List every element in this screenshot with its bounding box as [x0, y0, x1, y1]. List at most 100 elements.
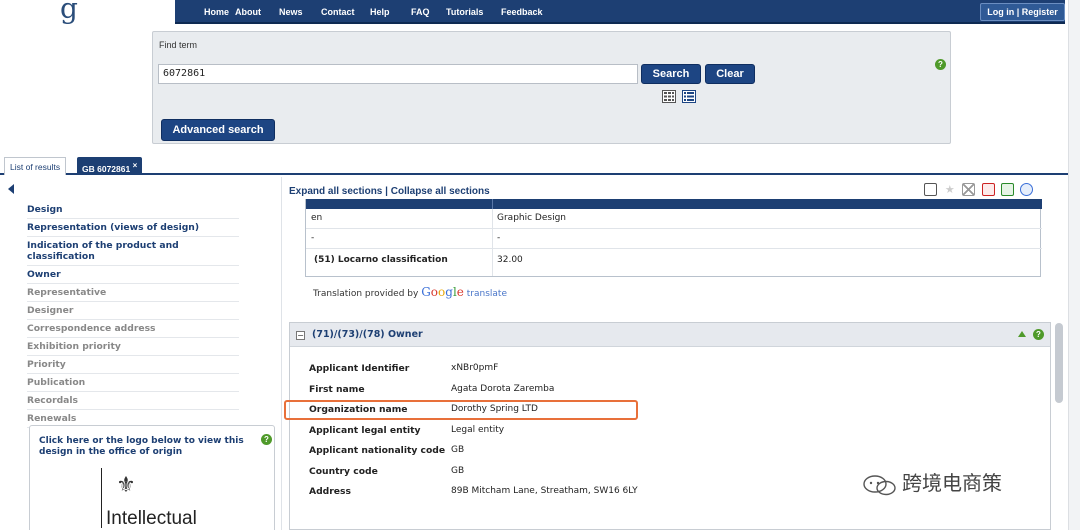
product-cell: Graphic Design — [497, 213, 566, 223]
collapse-sidebar-icon[interactable] — [8, 184, 14, 194]
sidebar-item-owner[interactable]: Owner — [27, 266, 239, 284]
owner-row: Applicant legal entity Legal entity — [309, 421, 1009, 442]
owner-section-header[interactable]: − (71)/(73)/(78) Owner ? — [290, 323, 1050, 347]
favorite-star-icon[interactable]: ★ — [943, 183, 956, 196]
owner-field-label: Address — [309, 486, 351, 497]
owner-field-value: GB — [451, 445, 465, 455]
owner-field-value: Agata Dorota Zaremba — [451, 383, 555, 394]
translation-credit: Translation provided by Google translate — [313, 285, 507, 299]
tab-design-detail[interactable]: GB 6072861 × — [77, 157, 143, 175]
office-of-origin-box[interactable]: Click here or the logo below to view thi… — [29, 425, 275, 530]
nav-faq[interactable]: FAQ — [411, 7, 430, 17]
ipo-logo-text[interactable]: Intellectual — [106, 508, 197, 530]
search-panel: Find term 6072861 Search Clear ? Advance… — [152, 31, 951, 144]
nav-help[interactable]: Help — [370, 7, 390, 17]
nav-tutorials[interactable]: Tutorials — [446, 7, 483, 17]
content-scrollbar[interactable] — [1055, 323, 1063, 403]
search-button[interactable]: Search — [641, 64, 701, 84]
email-icon[interactable] — [962, 183, 976, 196]
owner-field-value: xNBr0pmF — [451, 363, 499, 373]
owner-field-value: Legal entity — [451, 424, 505, 435]
login-register-button[interactable]: Log in | Register — [980, 3, 1065, 21]
sidebar-item-recordals[interactable]: Recordals — [27, 392, 239, 410]
list-view-icon[interactable] — [682, 90, 696, 103]
owner-field-label: Country code — [309, 465, 378, 477]
top-bar: g Home About News Contact Help FAQ Tutor… — [0, 0, 1080, 26]
expand-all-link[interactable]: Expand all sections — [289, 186, 382, 197]
office-of-origin-link[interactable]: Click here or the logo below to view thi… — [39, 436, 249, 458]
owner-field-label: Organization name — [309, 404, 408, 415]
sidebar-item-representation[interactable]: Representation (views of design) — [27, 219, 239, 237]
owner-help-icon[interactable]: ? — [1033, 329, 1044, 340]
owner-row-organization: Organization name Dorothy Spring LTD — [284, 400, 1009, 421]
nav-news[interactable]: News — [279, 7, 303, 17]
table-row: en Graphic Design — [306, 209, 1042, 229]
sidebar-item-correspondence[interactable]: Correspondence address — [27, 320, 239, 338]
page-scroll-track[interactable] — [1068, 0, 1080, 530]
logo-divider — [101, 468, 102, 528]
scroll-top-icon[interactable] — [1018, 331, 1026, 337]
owner-row: First name Agata Dorota Zaremba — [309, 380, 1009, 401]
locarno-label: (51) Locarno classification — [314, 255, 448, 265]
grid-view-icon[interactable] — [662, 90, 676, 103]
collapse-all-link[interactable]: Collapse all sections — [391, 186, 490, 197]
wechat-icon — [863, 474, 896, 495]
tab-list-of-results[interactable]: List of results — [4, 157, 67, 175]
section-controls: Expand all sections | Collapse all secti… — [289, 186, 490, 197]
sidebar-item-exhibition-priority[interactable]: Exhibition priority — [27, 338, 239, 356]
results-tabs: List of results GB 6072861 × — [0, 155, 1080, 175]
collapse-section-icon[interactable]: − — [296, 331, 305, 340]
translation-prefix: Translation provided by — [313, 289, 419, 299]
sidebar-item-design[interactable]: Design — [27, 201, 239, 219]
site-logo[interactable]: g — [60, 0, 78, 25]
owner-section-title: (71)/(73)/(78) Owner — [312, 329, 423, 340]
sidebar-item-priority[interactable]: Priority — [27, 356, 239, 374]
origin-help-icon[interactable]: ? — [261, 434, 272, 445]
sidebar-item-designer[interactable]: Designer — [27, 302, 239, 320]
export-toolbar: ★ — [921, 183, 1033, 199]
section-sidebar: Design Representation (views of design) … — [0, 177, 282, 530]
locarno-value: 32.00 — [497, 255, 523, 265]
nav-contact[interactable]: Contact — [321, 7, 355, 17]
watermark-text: 跨境电商策 — [902, 471, 1002, 495]
find-term-label: Find term — [159, 40, 198, 50]
owner-field-label: First name — [309, 383, 365, 395]
royal-crest-icon[interactable]: ⚜ — [108, 472, 144, 500]
owner-field-value: 89B Mitcham Lane, Streatham, SW16 6LY — [451, 486, 638, 496]
nav-feedback[interactable]: Feedback — [501, 7, 543, 17]
sidebar-item-representative[interactable]: Representative — [27, 284, 239, 302]
language-code-cell: - — [311, 233, 315, 243]
product-indication-table: en Graphic Design - - (51) Locarno class… — [305, 199, 1042, 277]
close-tab-icon[interactable]: × — [133, 161, 138, 170]
excel-export-icon[interactable] — [1000, 183, 1014, 196]
owner-section: − (71)/(73)/(78) Owner ? Applicant Ident… — [284, 322, 1051, 530]
tab-design-detail-label: GB 6072861 — [82, 163, 131, 174]
nav-home[interactable]: Home — [204, 7, 229, 17]
clear-button[interactable]: Clear — [705, 64, 755, 84]
sidebar-item-indication[interactable]: Indication of the product and classifica… — [27, 237, 239, 266]
nav-about[interactable]: About — [235, 7, 261, 17]
section-controls-separator: | — [385, 186, 388, 197]
watermark: 跨境电商策 — [862, 467, 1002, 496]
owner-row: Applicant Identifier xNBr0pmF — [309, 359, 1009, 380]
search-input[interactable]: 6072861 — [158, 64, 638, 84]
print-icon[interactable] — [1020, 183, 1033, 196]
owner-field-label: Applicant nationality code — [309, 445, 446, 456]
pdf-export-icon[interactable] — [981, 183, 995, 196]
owner-field-value: GB — [451, 465, 465, 476]
sidebar-item-publication[interactable]: Publication — [27, 374, 239, 392]
owner-row: Applicant nationality code GB — [309, 441, 1009, 462]
google-logo[interactable]: Google — [421, 285, 464, 299]
advanced-search-button[interactable]: Advanced search — [161, 119, 275, 141]
table-row: - - — [306, 229, 1042, 249]
owner-field-label: Applicant Identifier — [309, 363, 410, 374]
language-code-cell: en — [311, 213, 323, 223]
table-header — [306, 199, 1042, 209]
google-translate-label[interactable]: translate — [467, 289, 507, 299]
main-nav: Home About News Contact Help FAQ Tutoria… — [175, 0, 1065, 24]
open-new-window-icon[interactable] — [924, 183, 938, 196]
search-help-icon[interactable]: ? — [935, 59, 946, 70]
table-row: (51) Locarno classification 32.00 — [306, 249, 1042, 276]
section-nav: Design Representation (views of design) … — [27, 201, 239, 428]
owner-field-value: Dorothy Spring LTD — [451, 404, 538, 414]
